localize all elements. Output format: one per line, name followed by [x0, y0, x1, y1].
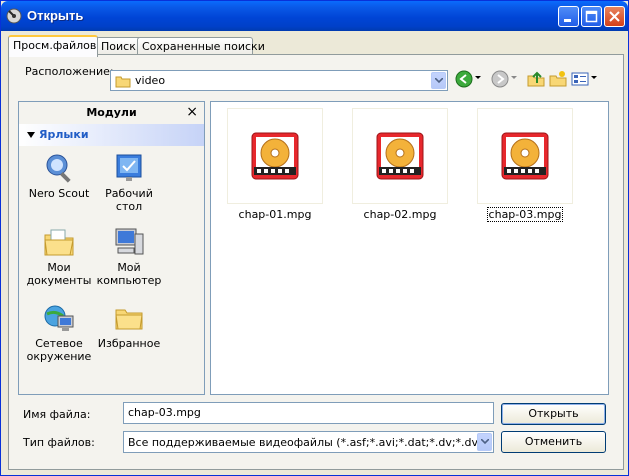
forward-icon[interactable]: [491, 70, 509, 88]
filetype-value: Все поддерживаемые видеофайлы (*.asf;*.a…: [128, 436, 478, 449]
minimize-button[interactable]: [558, 6, 579, 27]
file-item-chap-01[interactable]: chap-01.mpg: [227, 108, 323, 230]
modules-header: Модули ×: [19, 102, 204, 124]
open-button[interactable]: Открыть: [501, 403, 606, 425]
back-dropdown-icon[interactable]: [475, 76, 481, 80]
shortcuts-list: Nero Scout Рабочий стол Мои документы Мо…: [19, 146, 204, 394]
my-documents-icon: [44, 229, 74, 256]
file-thumbnail: [477, 108, 573, 204]
filetype-label: Тип файлов:: [23, 436, 95, 449]
file-name: chap-02.mpg: [363, 208, 437, 221]
minimize-icon: [564, 19, 571, 22]
shortcut-label: Мои документы: [26, 261, 92, 287]
shortcuts-section-header[interactable]: Ярлыки: [19, 124, 204, 146]
file-item-chap-02[interactable]: chap-02.mpg: [352, 108, 448, 230]
filename-label: Имя файла:: [23, 408, 91, 421]
modules-title: Модули: [86, 106, 137, 119]
shortcut-label: Nero Scout: [28, 187, 90, 200]
main-panel: Расположение: video Модули × Ярлыки Nero…: [8, 54, 624, 470]
maximize-button[interactable]: [581, 6, 602, 27]
shortcut-label: Избранное: [97, 337, 161, 350]
filetype-combo[interactable]: Все поддерживаемые видеофайлы (*.asf;*.a…: [123, 431, 494, 453]
open-dialog-window: Открыть Просм.файлов Поиск Сохраненные п…: [0, 0, 629, 476]
tab-file-browser[interactable]: Просм.файлов: [8, 35, 98, 57]
back-icon[interactable]: [455, 70, 473, 88]
file-thumbnail: [227, 108, 323, 204]
video-file-icon: [501, 132, 549, 180]
location-value: video: [135, 74, 166, 87]
title-bar[interactable]: Открыть: [1, 1, 628, 31]
shortcut-favorites[interactable]: Избранное: [91, 302, 167, 350]
favorites-folder-icon: [115, 309, 143, 330]
shortcut-my-documents[interactable]: Мои документы: [21, 226, 97, 287]
video-file-icon: [251, 132, 299, 180]
location-dropdown-button[interactable]: [431, 72, 446, 89]
network-icon: [44, 305, 74, 331]
close-button[interactable]: [604, 6, 625, 27]
chevron-down-icon: [481, 439, 489, 445]
window-title: Открыть: [27, 8, 84, 23]
folder-icon: [115, 76, 131, 88]
video-file-icon: [376, 132, 424, 180]
desktop-icon: [116, 154, 142, 181]
tab-saved-searches[interactable]: Сохраненные поиски: [137, 37, 265, 55]
location-label: Расположение:: [25, 65, 114, 78]
shortcut-label: Сетевое окружение: [26, 337, 92, 363]
maximize-icon: [585, 10, 598, 23]
shortcut-desktop[interactable]: Рабочий стол: [91, 152, 167, 213]
shortcut-label: Рабочий стол: [105, 187, 153, 213]
cancel-button[interactable]: Отменить: [501, 431, 606, 453]
tab-search[interactable]: Поиск: [96, 37, 142, 55]
chevron-down-icon: [435, 78, 443, 84]
file-item-chap-03[interactable]: chap-03.mpg: [477, 108, 573, 230]
my-computer-icon: [115, 228, 144, 255]
nero-scout-icon: [46, 154, 71, 183]
file-list-pane: chap-01.mpg chap-02.mpg chap-03.mpg: [210, 101, 609, 395]
shortcut-label: Мой компьютер: [96, 261, 162, 287]
view-dropdown-icon[interactable]: [591, 76, 597, 80]
location-combo[interactable]: video: [110, 70, 448, 91]
collapse-triangle-icon[interactable]: [27, 132, 35, 138]
nero-app-icon: [6, 8, 22, 24]
shortcuts-label: Ярлыки: [39, 128, 89, 141]
modules-pane: Модули × Ярлыки Nero Scout Рабочий стол: [18, 101, 205, 395]
shortcut-nero-scout[interactable]: Nero Scout: [21, 152, 97, 200]
shortcut-my-computer[interactable]: Мой компьютер: [91, 226, 167, 287]
file-thumbnail: [352, 108, 448, 204]
up-folder-icon[interactable]: [527, 70, 545, 88]
filetype-dropdown-button[interactable]: [477, 433, 492, 451]
file-name: chap-03.mpg: [486, 207, 564, 222]
file-name: chap-01.mpg: [238, 208, 312, 221]
view-menu-icon[interactable]: [571, 70, 589, 88]
shortcut-network[interactable]: Сетевое окружение: [21, 302, 97, 363]
forward-dropdown-icon[interactable]: [511, 76, 517, 80]
close-icon: [609, 11, 620, 22]
modules-close-icon[interactable]: ×: [186, 105, 198, 119]
filename-input[interactable]: chap-03.mpg: [123, 402, 494, 424]
new-folder-icon[interactable]: [549, 70, 567, 88]
